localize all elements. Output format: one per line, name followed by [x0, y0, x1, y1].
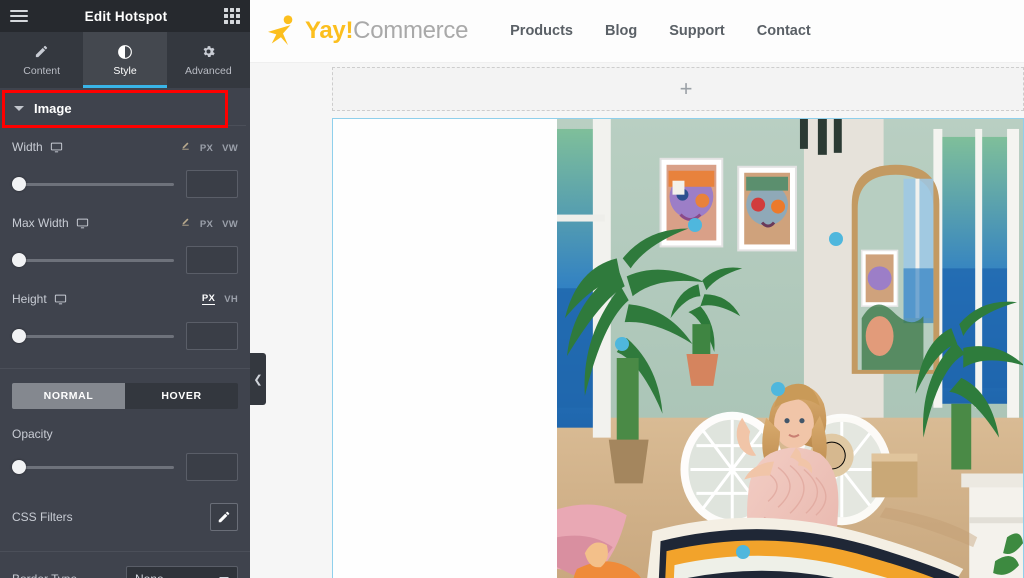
- pencil-icon: [34, 44, 49, 60]
- panel-header: Edit Hotspot: [0, 0, 250, 32]
- hotspot-image[interactable]: [557, 119, 1023, 578]
- opacity-slider-knob[interactable]: [12, 460, 26, 474]
- width-slider[interactable]: [12, 177, 174, 191]
- hotspot-dot[interactable]: [828, 231, 843, 246]
- grid-icon[interactable]: [224, 8, 240, 24]
- max-width-slider-knob[interactable]: [12, 253, 26, 267]
- opacity-input[interactable]: [186, 453, 238, 481]
- monitor-icon[interactable]: [76, 217, 89, 230]
- nav-item-products[interactable]: Products: [510, 23, 573, 39]
- control-css-filters-label: CSS Filters: [12, 510, 73, 524]
- tab-style-label: Style: [113, 64, 137, 77]
- elementor-settings-panel: Edit Hotspot Content Style Advanced Imag…: [0, 0, 250, 578]
- unit-height-px[interactable]: PX: [201, 293, 216, 305]
- control-css-filters: CSS Filters: [0, 503, 250, 531]
- add-section-area[interactable]: +: [332, 67, 1024, 111]
- control-height-label: Height: [12, 292, 47, 306]
- site-logo[interactable]: Yay!Commerce: [263, 11, 468, 51]
- nav-item-support[interactable]: Support: [669, 23, 725, 39]
- section-divider: [0, 368, 250, 369]
- site-nav: Products Blog Support Contact: [510, 23, 811, 39]
- image-section-header[interactable]: Image: [4, 92, 246, 126]
- control-height: Height PX VH: [0, 278, 250, 354]
- border-type-value: None: [135, 572, 164, 578]
- gear-icon: [201, 44, 216, 60]
- unit-height-vh[interactable]: VH: [224, 294, 238, 305]
- editor-canvas: + ❮: [250, 63, 1024, 578]
- section-divider-2: [0, 551, 250, 552]
- control-max-width: Max Width PX VW: [0, 202, 250, 278]
- tab-content[interactable]: Content: [0, 32, 83, 88]
- control-width-units: PX VW: [180, 140, 238, 154]
- height-slider-track: [12, 334, 174, 338]
- chevron-left-icon: ❮: [253, 373, 263, 386]
- control-width: Width PX VW: [0, 126, 250, 202]
- tab-advanced-label: Advanced: [184, 64, 232, 77]
- contrast-icon: [117, 44, 133, 60]
- height-slider-knob[interactable]: [12, 329, 26, 343]
- monitor-icon[interactable]: [50, 141, 63, 154]
- state-toggle: NORMAL HOVER: [12, 383, 238, 409]
- unit-max-width-px[interactable]: PX: [200, 219, 213, 230]
- hamburger-icon[interactable]: [10, 10, 28, 22]
- border-type-select[interactable]: None: [126, 566, 238, 578]
- opacity-slider[interactable]: [12, 460, 174, 474]
- editor-root: Edit Hotspot Content Style Advanced Imag…: [0, 0, 1024, 578]
- width-slider-track: [12, 182, 174, 186]
- chevron-down-icon: [14, 106, 24, 111]
- unit-width-vw[interactable]: VW: [222, 143, 238, 154]
- width-input[interactable]: [186, 170, 238, 198]
- control-border-type: Border Type None: [0, 566, 250, 578]
- tab-advanced[interactable]: Advanced: [167, 32, 250, 88]
- panel-title: Edit Hotspot: [84, 8, 168, 24]
- nav-item-blog[interactable]: Blog: [605, 23, 637, 39]
- max-width-input[interactable]: [186, 246, 238, 274]
- monitor-icon[interactable]: [54, 293, 67, 306]
- page-preview: Yay!Commerce Products Blog Support Conta…: [250, 0, 1024, 578]
- image-section: Image: [0, 88, 250, 128]
- control-opacity: Opacity: [0, 409, 250, 485]
- control-width-label: Width: [12, 140, 43, 154]
- nav-item-contact[interactable]: Contact: [757, 23, 811, 39]
- tab-style[interactable]: Style: [83, 32, 167, 88]
- opacity-slider-track: [12, 465, 174, 469]
- plus-icon[interactable]: +: [680, 78, 693, 100]
- control-opacity-label: Opacity: [12, 427, 53, 441]
- panel-collapse-toggle[interactable]: ❮: [250, 353, 266, 405]
- css-filters-edit-button[interactable]: [210, 503, 238, 531]
- unit-max-width-vw[interactable]: VW: [222, 219, 238, 230]
- panel-tabs: Content Style Advanced: [0, 32, 250, 88]
- state-normal-button[interactable]: NORMAL: [12, 383, 125, 409]
- tab-content-label: Content: [23, 64, 61, 77]
- control-max-width-units: PX VW: [180, 216, 238, 230]
- unit-custom-icon[interactable]: [180, 140, 191, 154]
- image-section-title: Image: [34, 101, 72, 116]
- site-logo-text: Yay!Commerce: [305, 17, 468, 45]
- control-height-units: PX VH: [201, 293, 238, 305]
- logo-yay-text: Yay!: [305, 17, 354, 44]
- width-slider-knob[interactable]: [12, 177, 26, 191]
- unit-custom-icon[interactable]: [180, 216, 191, 230]
- unit-width-px[interactable]: PX: [200, 143, 213, 154]
- state-hover-button[interactable]: HOVER: [125, 383, 238, 409]
- hotspot-dot[interactable]: [770, 381, 785, 396]
- max-width-slider[interactable]: [12, 253, 174, 267]
- control-border-type-label: Border Type: [12, 572, 126, 578]
- yay-person-icon: [263, 11, 303, 51]
- site-header: Yay!Commerce Products Blog Support Conta…: [250, 0, 1024, 63]
- selected-section[interactable]: [332, 118, 1024, 578]
- height-input[interactable]: [186, 322, 238, 350]
- height-slider[interactable]: [12, 329, 174, 343]
- max-width-slider-track: [12, 258, 174, 262]
- logo-commerce-text: Commerce: [353, 17, 469, 44]
- control-max-width-label: Max Width: [12, 216, 69, 230]
